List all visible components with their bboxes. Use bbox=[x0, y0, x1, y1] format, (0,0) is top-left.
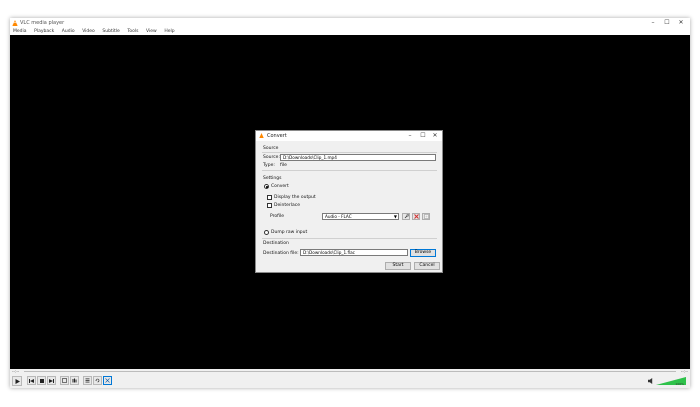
dialog-maximize-button[interactable]: ☐ bbox=[417, 132, 429, 140]
source-label: Source: bbox=[263, 155, 280, 160]
chevron-down-icon: ▼ bbox=[393, 214, 397, 219]
source-field[interactable]: D:\Downloads\Clip_1.mp4 bbox=[280, 154, 436, 161]
window-title: VLC media player bbox=[20, 20, 65, 26]
destination-file-field[interactable]: D:\Downloads\Clip_1.flac bbox=[300, 249, 408, 256]
profile-label: Profile bbox=[270, 214, 284, 219]
fullscreen-icon bbox=[62, 378, 67, 383]
destination-divider bbox=[262, 238, 437, 239]
loop-button[interactable] bbox=[93, 376, 102, 385]
source-divider bbox=[262, 152, 437, 153]
stop-button[interactable] bbox=[37, 376, 46, 385]
source-section-label: Source bbox=[263, 146, 279, 151]
next-icon bbox=[49, 378, 54, 383]
deinterlace-label: Deinterlace bbox=[274, 203, 300, 208]
playlist-icon bbox=[85, 378, 90, 383]
browse-button[interactable]: Browse bbox=[410, 249, 436, 257]
playlist-button[interactable] bbox=[83, 376, 92, 385]
shuffle-button[interactable] bbox=[103, 376, 112, 385]
cancel-button[interactable]: Cancel bbox=[414, 262, 440, 270]
type-value: file bbox=[280, 163, 287, 168]
play-button[interactable] bbox=[12, 376, 22, 386]
playback-controls: 100% bbox=[10, 374, 690, 388]
menu-bar: Media Playback Audio Video Subtitle Tool… bbox=[10, 28, 690, 35]
loop-icon bbox=[95, 378, 100, 383]
extended-settings-button[interactable] bbox=[70, 376, 79, 385]
dialog-minimize-button[interactable]: – bbox=[404, 132, 416, 140]
wrench-icon bbox=[404, 214, 409, 219]
display-output-checkbox[interactable] bbox=[267, 195, 272, 200]
seek-slider[interactable] bbox=[24, 371, 676, 372]
speaker-icon[interactable] bbox=[648, 378, 654, 384]
next-button[interactable] bbox=[47, 376, 56, 385]
maximize-button[interactable]: ☐ bbox=[660, 19, 674, 27]
menu-audio[interactable]: Audio bbox=[59, 28, 78, 35]
convert-label: Convert bbox=[271, 184, 289, 189]
previous-button[interactable] bbox=[27, 376, 36, 385]
dump-raw-label: Dump raw input bbox=[271, 230, 308, 235]
dialog-title: Convert bbox=[267, 133, 287, 139]
menu-view[interactable]: View bbox=[143, 28, 160, 35]
play-icon bbox=[15, 378, 20, 384]
settings-section-label: Settings bbox=[263, 176, 282, 181]
vlc-cone-icon bbox=[12, 20, 18, 26]
shuffle-icon bbox=[105, 378, 110, 383]
new-profile-icon bbox=[423, 214, 429, 219]
profile-select[interactable]: Audio - FLAC ▼ bbox=[322, 213, 399, 220]
destination-section-label: Destination bbox=[263, 241, 289, 246]
delete-profile-button[interactable] bbox=[412, 213, 420, 220]
menu-playback[interactable]: Playback bbox=[31, 28, 57, 35]
menu-help[interactable]: Help bbox=[161, 28, 177, 35]
fullscreen-button[interactable] bbox=[60, 376, 69, 385]
deinterlace-checkbox[interactable] bbox=[267, 203, 272, 208]
destination-file-label: Destination file: bbox=[263, 251, 299, 256]
delete-icon bbox=[413, 214, 419, 219]
start-button[interactable]: Start bbox=[385, 262, 411, 270]
edit-profile-button[interactable] bbox=[402, 213, 410, 220]
menu-media[interactable]: Media bbox=[10, 28, 30, 35]
settings-divider bbox=[262, 170, 437, 171]
convert-radio[interactable] bbox=[264, 184, 269, 189]
previous-icon bbox=[29, 378, 34, 383]
stop-icon bbox=[39, 378, 44, 383]
new-profile-button[interactable] bbox=[422, 213, 430, 220]
equalizer-icon bbox=[72, 378, 77, 383]
convert-dialog: Convert – ☐ ✕ Source Source: D:\Download… bbox=[255, 130, 443, 273]
title-bar: VLC media player – ☐ ✕ bbox=[10, 18, 690, 28]
dialog-close-button[interactable]: ✕ bbox=[429, 132, 441, 140]
menu-video[interactable]: Video bbox=[79, 28, 98, 35]
dialog-title-bar: Convert – ☐ ✕ bbox=[256, 131, 442, 141]
profile-value: Audio - FLAC bbox=[325, 214, 352, 219]
menu-tools[interactable]: Tools bbox=[124, 28, 141, 35]
display-output-label: Display the output bbox=[274, 195, 316, 200]
menu-subtitle[interactable]: Subtitle bbox=[99, 28, 122, 35]
minimize-button[interactable]: – bbox=[646, 19, 660, 27]
volume-percent: 100% bbox=[675, 382, 684, 386]
dump-raw-radio[interactable] bbox=[264, 230, 269, 235]
close-button[interactable]: ✕ bbox=[674, 19, 688, 27]
vlc-cone-icon bbox=[259, 133, 264, 138]
type-label: Type: bbox=[263, 163, 275, 168]
